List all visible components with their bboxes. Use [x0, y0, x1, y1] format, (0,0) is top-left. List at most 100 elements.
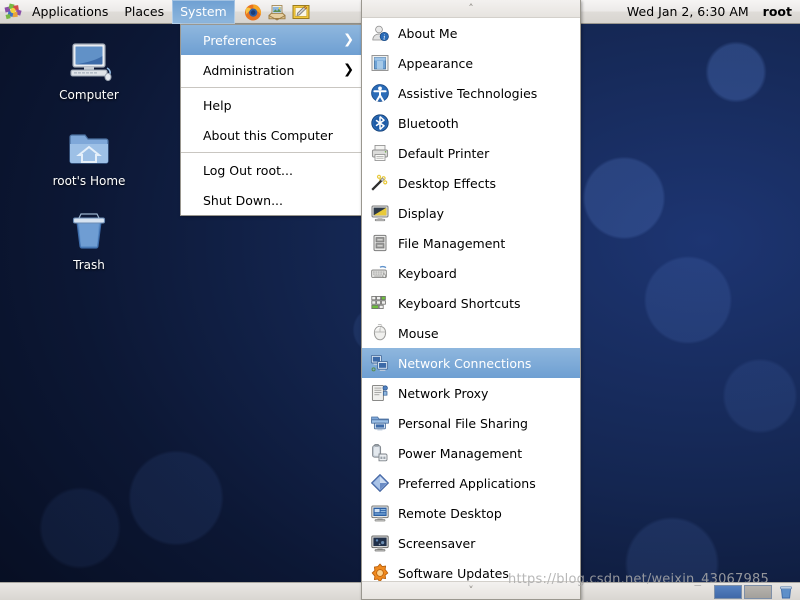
pref-item-keyboard[interactable]: Keyboard [362, 258, 580, 288]
pref-item-appearance[interactable]: Appearance [362, 48, 580, 78]
pref-item-label: File Management [398, 235, 506, 251]
desktop-icon-label: Computer [59, 88, 119, 102]
preferences-item-list: i About Me Appearance Assistive Technolo… [362, 18, 580, 581]
mouse-icon [370, 323, 390, 343]
scroll-down-arrow-icon[interactable]: ˅ [362, 581, 580, 599]
trash-icon [65, 206, 113, 254]
pref-item-network-proxy[interactable]: Network Proxy [362, 378, 580, 408]
pref-item-label: Network Proxy [398, 385, 489, 401]
system-menu-item-preferences[interactable]: Preferences ❯ [181, 25, 362, 55]
pref-item-label: Preferred Applications [398, 475, 536, 491]
pref-item-label: Bluetooth [398, 115, 459, 131]
chevron-right-icon: ❯ [343, 62, 354, 78]
display-icon [370, 203, 390, 223]
pref-item-label: Appearance [398, 55, 474, 71]
system-menu-item-label: Help [203, 97, 232, 113]
printer-icon [370, 143, 390, 163]
pref-item-about-me[interactable]: i About Me [362, 18, 580, 48]
pref-item-label: About Me [398, 25, 458, 41]
appearance-icon [370, 53, 390, 73]
clock-applet[interactable]: Wed Jan 2, 6:30 AM [627, 4, 749, 19]
system-menu-item-log-out[interactable]: Log Out root... [181, 155, 362, 185]
pref-item-label: Assistive Technologies [398, 85, 538, 101]
keyboard-icon [370, 263, 390, 283]
system-menu-item-shut-down[interactable]: Shut Down... [181, 185, 362, 215]
scroll-up-arrow-icon[interactable]: ˄ [362, 0, 580, 18]
pref-item-screensaver[interactable]: Screensaver [362, 528, 580, 558]
menubar-places-label: Places [124, 4, 165, 19]
pref-item-label: Network Connections [398, 355, 532, 371]
menubar-system-label: System [180, 4, 227, 19]
pref-item-network-connections[interactable]: Network Connections [362, 348, 580, 378]
pref-item-preferred-applications[interactable]: Preferred Applications [362, 468, 580, 498]
about-me-icon: i [370, 23, 390, 43]
network-proxy-icon [370, 383, 390, 403]
panel-launchers [243, 2, 311, 22]
user-menu-applet[interactable]: root [763, 4, 792, 19]
software-updates-icon [370, 563, 390, 581]
pref-item-display[interactable]: Display [362, 198, 580, 228]
system-menu-item-label: Administration [203, 62, 295, 78]
menubar-applications[interactable]: Applications [24, 0, 116, 24]
desktop-screen: Computer root's Home Trash Applications … [0, 0, 800, 600]
file-management-icon [370, 233, 390, 253]
power-management-icon [370, 443, 390, 463]
menubar-applications-label: Applications [32, 4, 109, 19]
pref-item-file-management[interactable]: File Management [362, 228, 580, 258]
preferences-submenu: ˄ i About Me Appearance Assistive Techno… [361, 0, 581, 600]
desktop-icon-computer[interactable]: Computer [34, 36, 144, 102]
bluetooth-icon [370, 113, 390, 133]
remote-desktop-icon [370, 503, 390, 523]
pref-item-remote-desktop[interactable]: Remote Desktop [362, 498, 580, 528]
desktop-icon-home[interactable]: root's Home [34, 122, 144, 188]
pref-item-label: Display [398, 205, 445, 221]
pref-item-label: Keyboard Shortcuts [398, 295, 521, 311]
pref-item-bluetooth[interactable]: Bluetooth [362, 108, 580, 138]
firefox-launcher-icon[interactable] [243, 2, 263, 22]
workspace-2[interactable] [744, 584, 772, 599]
pref-item-label: Screensaver [398, 535, 476, 551]
svg-text:i: i [383, 33, 385, 41]
pref-item-desktop-effects[interactable]: Desktop Effects [362, 168, 580, 198]
menubar-system[interactable]: System [172, 0, 235, 24]
system-menu-item-label: Preferences [203, 32, 277, 48]
pref-item-software-updates[interactable]: Software Updates [362, 558, 580, 581]
system-menu-item-label: About this Computer [203, 127, 333, 143]
menubar-places[interactable]: Places [116, 0, 172, 24]
desktop-icon-label: root's Home [52, 174, 126, 188]
pref-item-label: Software Updates [398, 565, 509, 581]
pref-item-keyboard-shortcuts[interactable]: Keyboard Shortcuts [362, 288, 580, 318]
pref-item-personal-file-sharing[interactable]: Personal File Sharing [362, 408, 580, 438]
panel-menu-bar: Applications Places System [24, 0, 235, 24]
trash-applet-icon[interactable] [778, 584, 794, 600]
desktop-icon-trash[interactable]: Trash [34, 206, 144, 272]
desktop-effects-icon [370, 173, 390, 193]
pref-item-default-printer[interactable]: Default Printer [362, 138, 580, 168]
pref-item-label: Remote Desktop [398, 505, 502, 521]
text-editor-launcher-icon[interactable] [291, 2, 311, 22]
evolution-mail-launcher-icon[interactable] [267, 2, 287, 22]
menu-separator [181, 152, 362, 153]
assistive-technologies-icon [370, 83, 390, 103]
network-connections-icon [370, 353, 390, 373]
preferred-applications-icon [370, 473, 390, 493]
pref-item-power-management[interactable]: Power Management [362, 438, 580, 468]
system-menu-item-administration[interactable]: Administration ❯ [181, 55, 362, 85]
personal-file-sharing-icon [370, 413, 390, 433]
gnome-foot-icon[interactable] [4, 2, 22, 21]
computer-icon [65, 36, 113, 84]
system-menu-item-label: Shut Down... [203, 192, 283, 208]
pref-item-label: Desktop Effects [398, 175, 497, 191]
pref-item-mouse[interactable]: Mouse [362, 318, 580, 348]
workspace-1[interactable] [714, 584, 742, 599]
pref-item-assistive-technologies[interactable]: Assistive Technologies [362, 78, 580, 108]
pref-item-label: Power Management [398, 445, 523, 461]
pref-item-label: Keyboard [398, 265, 457, 281]
workspace-switcher[interactable] [714, 584, 772, 599]
system-menu: Preferences ❯ Administration ❯ Help Abou… [180, 24, 363, 216]
system-menu-item-help[interactable]: Help [181, 90, 362, 120]
screensaver-icon [370, 533, 390, 553]
system-menu-item-label: Log Out root... [203, 162, 293, 178]
chevron-right-icon: ❯ [343, 32, 354, 48]
system-menu-item-about-this-computer[interactable]: About this Computer [181, 120, 362, 150]
